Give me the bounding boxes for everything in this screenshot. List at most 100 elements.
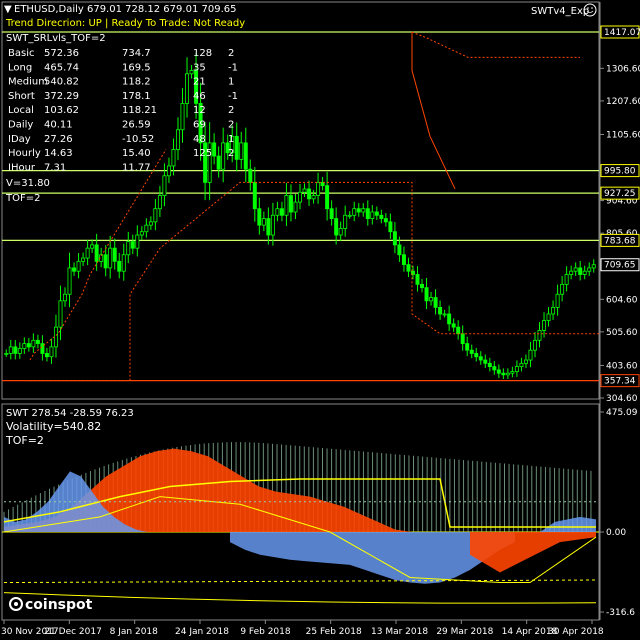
info-panel-rows: Basic 572.36 734.7 128 2 Long 465.74 169.5 35 -1 M… (8, 48, 238, 173)
candle-body (573, 267, 578, 272)
candle-body (542, 320, 547, 331)
candle-body (501, 372, 506, 376)
candle-body (347, 214, 352, 217)
candle-body (325, 185, 330, 210)
candle-body (293, 201, 298, 213)
y-tick-label: 1306.60 (606, 64, 640, 74)
info-cell-label: Medium (8, 77, 48, 88)
candle-body (4, 353, 9, 355)
candle-body (406, 264, 411, 272)
sub-y-tick-label: 0.00 (606, 528, 626, 538)
candle-body (180, 103, 185, 131)
candle-body (221, 142, 226, 170)
info-cell-label: Basic (8, 48, 34, 59)
candle-body (126, 241, 131, 256)
candle-body (587, 267, 592, 272)
candle-body (239, 142, 244, 160)
candle-body (465, 343, 470, 351)
candle-body (49, 346, 54, 358)
info-cell-v3: 46 (193, 91, 206, 102)
candle-body (108, 247, 113, 269)
coinspot-logo: coinspot (9, 597, 93, 613)
info-cell-v1: 14.63 (44, 148, 73, 159)
candle-body (72, 267, 77, 272)
info-cell-label: IDay (8, 134, 31, 145)
price-label: 709.65 (604, 261, 636, 271)
candle-body (162, 175, 167, 196)
info-row: Short 372.29 178.1 46 -1 (8, 91, 238, 102)
candle-body (288, 195, 293, 213)
trend-line: Trend Direcrion: UP | Ready To Trade: No… (5, 18, 245, 29)
swt-recovery-area (470, 532, 596, 573)
candle-body (383, 218, 388, 223)
info-cell-v3: 125 (193, 148, 212, 159)
info-cell-v1: 103.62 (44, 105, 79, 116)
candle-body (361, 208, 366, 213)
candle-body (279, 208, 284, 216)
candle-body (379, 214, 384, 219)
candle-body (334, 218, 339, 236)
info-cell-v1: 372.29 (44, 91, 79, 102)
candle-body (451, 323, 456, 328)
trailing-stop-line (30, 181, 600, 382)
candle-body (216, 155, 221, 170)
info-row: Medium540.82 118.2 21 1 (8, 77, 234, 88)
candle-body (433, 297, 438, 308)
candle-body (58, 300, 63, 328)
info-cell-v2: 118.21 (122, 105, 157, 116)
price-label: 357.34 (604, 377, 636, 387)
candle-body (311, 195, 316, 200)
x-tick-label: 8 Jan 2018 (110, 627, 158, 637)
candle-body (17, 348, 22, 354)
candle-body (130, 241, 135, 249)
candle-body (352, 208, 357, 216)
candle-body (13, 346, 18, 354)
x-tick-label: 9 Feb 2018 (240, 627, 291, 637)
candle-body (496, 369, 501, 374)
candle-body (63, 293, 67, 302)
candle-body (483, 359, 488, 364)
candle-body (234, 135, 239, 160)
candle-body (76, 260, 81, 272)
x-tick-label: 13 Mar 2018 (371, 627, 428, 637)
info-cell-v4: -1 (228, 91, 238, 102)
candle-body (266, 218, 271, 236)
candle-body (135, 234, 140, 249)
info-tof: TOF=2 (5, 193, 40, 204)
info-row: IDay 27.26 -10.52 48 1 (8, 134, 234, 145)
watermark-text: coinspot (25, 597, 93, 613)
candle-body (252, 181, 257, 210)
info-cell-label: Short (8, 91, 35, 102)
y-tick-label: 1207.60 (606, 97, 640, 107)
info-row: Local 103.62 118.21 12 2 (8, 105, 234, 116)
info-cell-v1: 540.82 (44, 77, 79, 88)
candle-body (153, 208, 158, 223)
candle-body (44, 353, 49, 358)
info-cell-v4: 2 (228, 120, 234, 131)
info-cell-v3: 128 (193, 48, 212, 59)
candle-body (370, 211, 375, 219)
candle-body (582, 270, 587, 275)
candle-body (103, 254, 108, 269)
candle-body (8, 346, 13, 354)
candle-body (591, 264, 596, 269)
candle-body (578, 267, 583, 275)
sub-y-tick-label: 475.09 (606, 408, 638, 418)
x-tick-label: 25 Feb 2018 (306, 627, 362, 637)
candle-body (343, 214, 348, 229)
info-cell-v3: 35 (193, 62, 206, 73)
candle-body (53, 326, 58, 348)
candle-body (555, 293, 560, 308)
info-cell-v1: 40.11 (44, 120, 73, 131)
resistance-solid-line (411, 32, 456, 190)
candle-body (420, 283, 424, 289)
candle-body (212, 142, 217, 157)
x-tick-label: 24 Jan 2018 (175, 627, 229, 637)
candle-body (388, 221, 393, 233)
info-cell-v4: 1 (228, 134, 234, 145)
overlay-lines (29, 31, 600, 382)
resistance-trail-line (411, 31, 580, 58)
sub-y-tick-label: -316.6 (606, 608, 635, 618)
candle-body (261, 218, 266, 226)
x-tick-label: 21 Dec 2017 (44, 627, 101, 637)
